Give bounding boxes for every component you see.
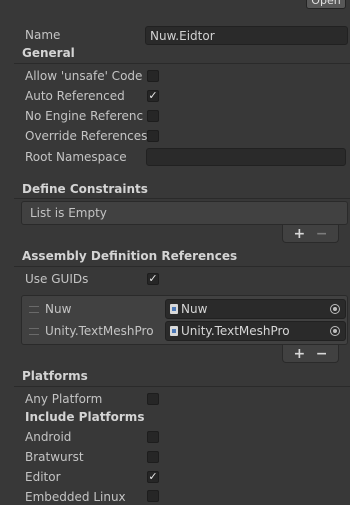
check-icon: ✓ <box>148 89 158 102</box>
root-namespace-label: Root Namespace <box>25 150 127 164</box>
platforms-divider <box>14 386 350 387</box>
remove-reference-button[interactable]: − <box>316 346 328 362</box>
remove-constraint-button[interactable]: − <box>316 226 328 242</box>
any-platform-label: Any Platform <box>25 392 103 406</box>
platform-label-editor: Editor <box>25 470 61 484</box>
assembly-refs-divider <box>14 266 350 267</box>
drag-handle-icon[interactable] <box>29 328 39 335</box>
assembly-refs-title: Assembly Definition References <box>22 249 238 263</box>
check-icon: ✓ <box>148 272 158 285</box>
include-platforms-title: Include Platforms <box>25 410 145 424</box>
define-constraints-title: Define Constraints <box>22 182 148 196</box>
platform-checkbox-android[interactable] <box>147 431 159 443</box>
use-guids-checkbox[interactable]: ✓ <box>147 273 159 285</box>
define-constraints-divider <box>14 198 350 199</box>
assembly-ref-object-field[interactable]: Nuw <box>165 299 346 319</box>
allow-unsafe-checkbox[interactable] <box>147 70 159 82</box>
define-constraints-list: List is Empty <box>21 201 348 225</box>
assembly-asset-icon <box>170 326 178 336</box>
list-empty-text: List is Empty <box>30 206 107 220</box>
name-label: Name <box>25 28 61 42</box>
platform-label-embedded-linux: Embedded Linux <box>25 490 126 504</box>
general-section-title: General <box>22 46 75 60</box>
assembly-ref-value: Nuw <box>181 302 208 316</box>
name-input[interactable]: Nuw.Eidtor <box>145 26 348 45</box>
assembly-ref-object-field[interactable]: Unity.TextMeshPro <box>165 321 346 341</box>
general-divider <box>14 63 350 64</box>
platform-label-android: Android <box>25 430 72 444</box>
assembly-refs-footer: + − <box>282 345 339 363</box>
assembly-asset-icon <box>170 304 178 314</box>
assembly-ref-value: Unity.TextMeshPro <box>181 324 290 338</box>
root-namespace-input[interactable] <box>146 148 346 166</box>
override-refs-label: Override References <box>25 129 148 143</box>
auto-referenced-label: Auto Referenced <box>25 89 125 103</box>
check-icon: ✓ <box>148 470 158 483</box>
assembly-ref-label: Nuw <box>45 302 72 316</box>
platforms-title: Platforms <box>22 369 88 383</box>
no-engine-refs-label: No Engine References <box>25 109 143 123</box>
add-constraint-button[interactable]: + <box>294 226 306 242</box>
platform-label-bratwurst: Bratwurst <box>25 450 84 464</box>
define-constraints-footer: + − <box>282 225 339 243</box>
override-refs-checkbox[interactable] <box>147 130 159 142</box>
platform-checkbox-embedded-linux[interactable] <box>147 490 159 502</box>
open-button[interactable]: Open <box>306 0 346 9</box>
allow-unsafe-label: Allow 'unsafe' Code <box>25 69 143 83</box>
use-guids-label: Use GUIDs <box>25 272 89 286</box>
object-picker-icon[interactable] <box>330 304 340 314</box>
assembly-ref-label: Unity.TextMeshPro <box>45 324 154 338</box>
any-platform-checkbox[interactable] <box>147 393 159 405</box>
drag-handle-icon[interactable] <box>29 306 39 313</box>
no-engine-refs-checkbox[interactable] <box>147 110 159 122</box>
platform-checkbox-editor[interactable]: ✓ <box>147 471 159 483</box>
assembly-refs-list: Nuw Nuw Unity.TextMeshPro Unity.TextMesh… <box>21 295 348 345</box>
platform-checkbox-bratwurst[interactable] <box>147 451 159 463</box>
object-picker-icon[interactable] <box>330 326 340 336</box>
auto-referenced-checkbox[interactable]: ✓ <box>147 90 159 102</box>
add-reference-button[interactable]: + <box>294 346 306 362</box>
